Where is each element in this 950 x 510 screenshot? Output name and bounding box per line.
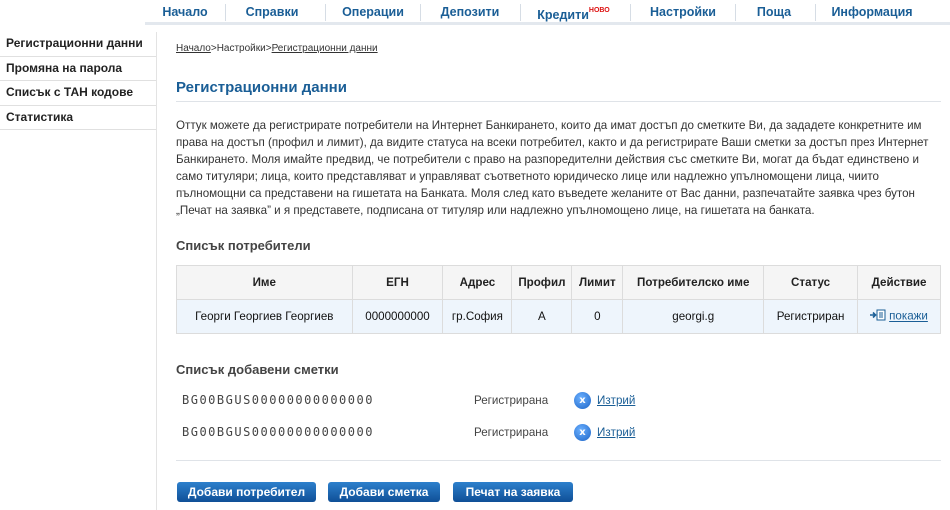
delete-account-link[interactable]: Изтрий — [597, 394, 635, 407]
column-header-address: Адрес — [442, 265, 513, 300]
print-request-button[interactable]: Печат на заявка — [453, 482, 573, 502]
sidebar-item-tan-codes[interactable]: Списък с ТАН кодове — [0, 81, 156, 106]
delete-account-link[interactable]: Изтрий — [597, 426, 635, 439]
users-section-title: Списък потребители — [176, 238, 311, 253]
account-iban: BG00BGUS00000000000000 — [182, 393, 374, 407]
intro-text: Оттук можете да регистрирате потребители… — [176, 119, 929, 217]
user-profile-cell: A — [511, 299, 573, 334]
breadcrumb-current[interactable]: Регистрационни данни — [272, 43, 378, 54]
title-divider — [176, 101, 941, 102]
column-header-limit: Лимит — [571, 265, 624, 300]
user-egn-cell: 0000000000 — [351, 299, 444, 334]
breadcrumb: Начало>Настройки>Регистрационни данни — [176, 43, 378, 54]
add-account-button[interactable]: Добави сметка — [328, 482, 440, 502]
list-item: BG00BGUS00000000000000 Регистрирана x Из… — [182, 424, 682, 445]
nav-info[interactable]: Информация — [816, 0, 928, 25]
sidebar-item-statistics[interactable]: Статистика — [0, 106, 156, 130]
user-limit-cell: 0 — [571, 299, 624, 334]
table-header-row: Име ЕГН Адрес Профил Лимит Потребителско… — [176, 265, 941, 300]
sidebar-item-change-password[interactable]: Промяна на парола — [0, 57, 156, 81]
view-details-icon[interactable] — [870, 309, 886, 324]
column-header-profile: Профил — [511, 265, 573, 300]
nav-mail[interactable]: Поща — [736, 0, 812, 25]
buttons-divider — [176, 460, 941, 461]
column-header-status: Статус — [763, 265, 859, 300]
add-user-button[interactable]: Добави потребител — [177, 482, 316, 502]
column-header-egn: ЕГН — [351, 265, 444, 300]
page-title: Регистрационни данни — [176, 79, 347, 96]
sidebar-item-registration-data[interactable]: Регистрационни данни — [0, 32, 156, 57]
user-name-cell: Георги Георгиев Георгиев — [176, 299, 353, 334]
table-row: Георги Георгиев Георгиев 0000000000 гр.С… — [176, 299, 941, 334]
nav-credits-label: Кредити — [537, 8, 589, 23]
account-status: Регистрирана — [474, 426, 549, 439]
nav-deposits[interactable]: Депозити — [421, 0, 519, 25]
column-header-name: Име — [176, 265, 353, 300]
nav-reports[interactable]: Справки — [226, 0, 318, 25]
user-action-cell: покажи — [857, 299, 941, 334]
column-header-username: Потребителско име — [622, 265, 765, 300]
nav-home[interactable]: Начало — [145, 0, 225, 25]
account-iban: BG00BGUS00000000000000 — [182, 425, 374, 439]
top-nav: Начало Справки Операции Депозити Кредити… — [145, 0, 950, 25]
delete-icon[interactable]: x — [574, 424, 591, 441]
users-table: Име ЕГН Адрес Профил Лимит Потребителско… — [176, 265, 941, 334]
breadcrumb-home[interactable]: Начало — [176, 43, 211, 54]
list-item: BG00BGUS00000000000000 Регистрирана x Из… — [182, 392, 682, 413]
user-address-cell: гр.София — [442, 299, 513, 334]
nav-settings[interactable]: Настройки — [631, 0, 735, 25]
show-user-link[interactable]: покажи — [889, 310, 928, 323]
delete-icon[interactable]: x — [574, 392, 591, 409]
user-status-cell: Регистриран — [763, 299, 859, 334]
nav-credits[interactable]: КредитиНОВО — [521, 0, 626, 25]
sidebar: Регистрационни данни Промяна на парола С… — [0, 32, 157, 510]
account-status: Регистрирана — [474, 394, 549, 407]
breadcrumb-settings: Настройки — [216, 43, 266, 54]
new-badge: НОВО — [588, 7, 610, 14]
user-username-cell: georgi.g — [622, 299, 765, 334]
accounts-section-title: Списък добавени сметки — [176, 362, 339, 377]
nav-operations[interactable]: Операции — [326, 0, 420, 25]
delete-account-button[interactable]: x Изтрий — [574, 392, 635, 409]
delete-account-button[interactable]: x Изтрий — [574, 424, 635, 441]
column-header-action: Действие — [857, 265, 941, 300]
